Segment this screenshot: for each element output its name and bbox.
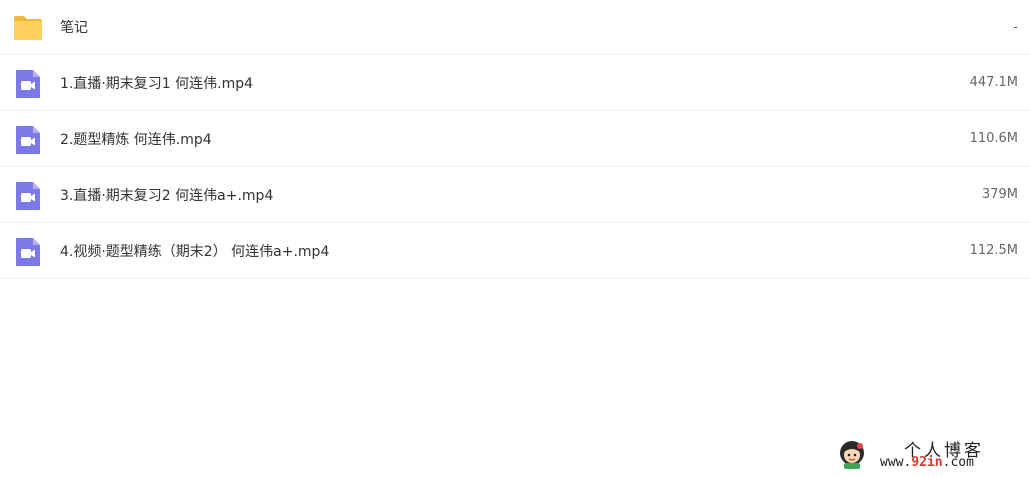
file-row-video[interactable]: 4.视频·题型精练（期末2） 何连伟a+.mp4 112.5M bbox=[0, 223, 1030, 279]
file-name[interactable]: 2.题型精炼 何连伟.mp4 bbox=[60, 111, 212, 166]
file-size: 112.5M bbox=[969, 243, 1018, 258]
file-row-video[interactable]: 1.直播·期末复习1 何连伟.mp4 447.1M bbox=[0, 55, 1030, 111]
watermark-url-suffix: .com bbox=[942, 455, 974, 470]
file-name[interactable]: 3.直播·期末复习2 何连伟a+.mp4 bbox=[60, 167, 273, 222]
watermark-url-prefix: www. bbox=[880, 455, 912, 470]
file-size: 110.6M bbox=[969, 131, 1018, 146]
file-size: 447.1M bbox=[969, 75, 1018, 90]
file-row-video[interactable]: 3.直播·期末复习2 何连伟a+.mp4 379M bbox=[0, 167, 1030, 223]
file-name[interactable]: 1.直播·期末复习1 何连伟.mp4 bbox=[60, 55, 253, 110]
folder-icon bbox=[14, 16, 42, 40]
file-name[interactable]: 笔记 bbox=[60, 0, 88, 54]
file-size: - bbox=[1013, 19, 1018, 35]
video-file-icon bbox=[16, 70, 40, 98]
video-file-icon bbox=[16, 238, 40, 266]
file-list: 笔记 - 1.直播·期末复习1 何连伟.mp4 447.1M 2.题型精炼 何连… bbox=[0, 0, 1030, 279]
watermark: 个人博客 www.92in.com bbox=[836, 436, 1026, 472]
file-size: 379M bbox=[981, 187, 1018, 202]
watermark-url-accent: 92in bbox=[911, 455, 943, 470]
file-row-video[interactable]: 2.题型精炼 何连伟.mp4 110.6M bbox=[0, 111, 1030, 167]
cartoon-avatar-icon bbox=[840, 441, 864, 469]
file-row-folder[interactable]: 笔记 - bbox=[0, 0, 1030, 55]
watermark-url: www.92in.com bbox=[880, 455, 974, 470]
file-name[interactable]: 4.视频·题型精练（期末2） 何连伟a+.mp4 bbox=[60, 223, 329, 278]
video-file-icon bbox=[16, 182, 40, 210]
video-file-icon bbox=[16, 126, 40, 154]
